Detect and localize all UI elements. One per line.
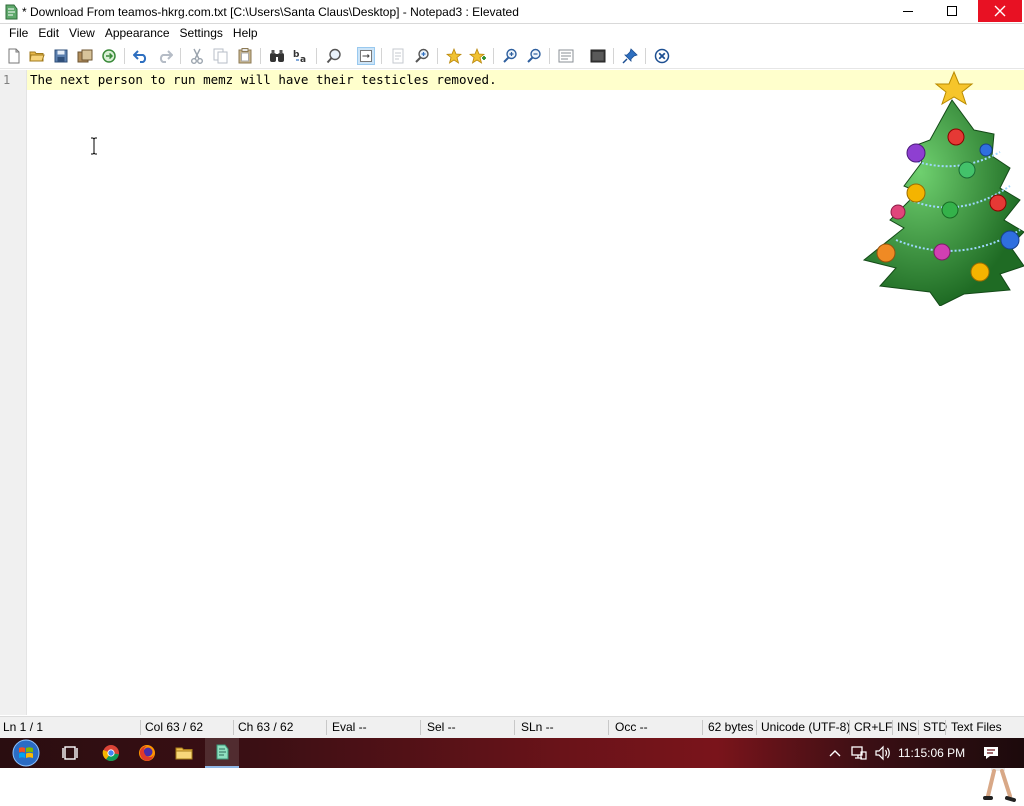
favorite-icon[interactable] [445,47,463,65]
goto-icon[interactable] [389,47,407,65]
status-std[interactable]: STD [920,717,947,738]
network-icon[interactable] [850,744,868,762]
close-button[interactable] [978,0,1022,22]
paste-icon[interactable] [236,47,254,65]
status-occurrences[interactable]: Occ -- [612,717,648,738]
taskbar-firefox[interactable] [130,738,164,768]
status-file-size[interactable]: 62 bytes [705,717,753,738]
status-lexer[interactable]: Text Files [948,717,1002,738]
action-center-icon[interactable] [982,744,1000,762]
svg-text:a: a [300,55,306,64]
title-bar[interactable]: * Download From teamos-hkrg.com.txt [C:\… [0,0,1024,24]
status-line[interactable]: Ln 1 / 1 [0,717,43,738]
taskbar-file-explorer[interactable] [167,738,201,768]
zoom-in-icon[interactable] [501,47,519,65]
line-text[interactable]: The next person to run memz will have th… [30,72,497,88]
window-title: * Download From teamos-hkrg.com.txt [C:\… [22,5,519,19]
menu-bar: File Edit View Appearance Settings Help [0,24,1024,42]
undo-icon[interactable] [132,47,150,65]
status-character[interactable]: Ch 63 / 62 [235,717,293,738]
menu-help[interactable]: Help [228,24,263,42]
save-as-icon[interactable] [76,47,94,65]
cut-icon[interactable] [188,47,206,65]
toolbar: ba [0,43,1024,69]
taskbar-clock[interactable]: 11:15:06 PM [898,738,965,768]
minimize-button[interactable] [888,0,928,22]
menu-file[interactable]: File [4,24,33,42]
customize-icon[interactable] [589,47,607,65]
menu-edit[interactable]: Edit [33,24,64,42]
firefox-icon [139,745,155,761]
status-selected-lines[interactable]: SLn -- [518,717,554,738]
status-column[interactable]: Col 63 / 62 [142,717,203,738]
word-wrap-icon[interactable] [357,47,375,65]
task-view-button[interactable] [54,738,88,768]
copy-icon[interactable] [212,47,230,65]
menu-view[interactable]: View [64,24,100,42]
volume-icon[interactable] [874,744,892,762]
new-icon[interactable] [5,47,23,65]
status-encoding[interactable]: Unicode (UTF-8) [758,717,850,738]
redo-icon[interactable] [156,47,174,65]
task-view-icon [62,746,78,760]
taskbar-notepad3[interactable] [205,738,239,768]
add-favorite-icon[interactable] [469,47,487,65]
line-number-margin[interactable] [0,70,27,715]
taskbar-chrome[interactable] [94,738,128,768]
svg-text:b: b [293,50,300,60]
open-icon[interactable] [28,47,46,65]
find-in-files-icon[interactable] [413,47,431,65]
menu-appearance[interactable]: Appearance [100,24,175,42]
status-selection[interactable]: Sel -- [424,717,456,738]
menu-settings[interactable]: Settings [175,24,228,42]
text-editor[interactable]: 1 The next person to run memz will have … [0,70,1024,802]
notepad3-icon [216,744,229,760]
pin-icon[interactable] [621,47,639,65]
status-bar: Ln 1 / 1 Col 63 / 62 Ch 63 / 62 Eval -- … [0,716,1024,738]
windows-logo-icon [12,739,40,767]
browse-icon[interactable] [100,47,118,65]
zoom-out-icon[interactable] [525,47,543,65]
replace-icon[interactable]: ba [292,47,310,65]
text-cursor-icon [91,137,97,155]
christmas-tree-icon [862,70,1024,306]
maximize-button[interactable] [932,0,972,22]
find-next-icon[interactable] [325,47,343,65]
taskbar: 11:15:06 PM [0,738,1024,768]
status-eval[interactable]: Eval -- [329,717,367,738]
show-hidden-icons-chevron-icon[interactable] [826,744,844,762]
line-number: 1 [3,73,11,87]
folder-icon [175,747,193,760]
status-insert-mode[interactable]: INS [894,717,917,738]
notepad3-app-icon[interactable] [4,4,18,20]
save-icon[interactable] [52,47,70,65]
schema-icon[interactable] [557,47,575,65]
start-button[interactable] [6,738,46,768]
status-line-endings[interactable]: CR+LF [851,717,892,738]
exit-icon[interactable] [653,47,671,65]
chrome-icon [102,745,119,762]
find-icon[interactable] [268,47,286,65]
